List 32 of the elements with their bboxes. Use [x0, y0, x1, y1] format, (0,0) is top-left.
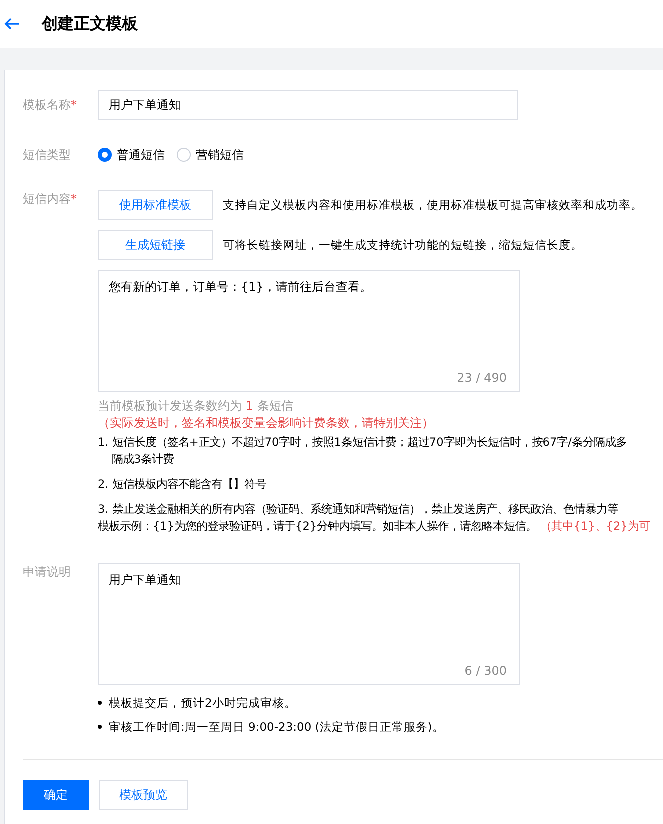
rule-text: 1. 短信长度（签名+正文）不超过70字时，按照1条短信计费；超过70字即为长短信时，按67字/条分隔成多 [98, 435, 628, 451]
action-button[interactable]: 生成短链接 [98, 230, 213, 260]
confirm-button[interactable]: 确定 [23, 780, 89, 810]
sms-type-radio[interactable]: 普通短信 [98, 146, 165, 164]
content-textarea[interactable]: 您有新的订单，订单号：{1}，请前往后台查看。 23 / 490 [98, 270, 520, 392]
field-label: 短信类型 [23, 148, 71, 162]
action-hint: 可将长链接网址，一键生成支持统计功能的短链接，缩短短信长度。 [223, 238, 583, 252]
billing-warning: （实际发送时，签名和模板变量会影响计费条数，请特别关注） [98, 415, 435, 432]
required-mark: * [71, 98, 77, 112]
estimate-text: 当前模板预计发送条数约为 1 条短信 [98, 398, 294, 414]
field-label: 申请说明 [23, 565, 71, 579]
rule-text: 模板示例：{1}为您的登录验证码，请于{2}分钟内填写。如非本人操作，请忽略本短信。 （其中{1}、{2}为可 [98, 519, 651, 535]
rule-text: 隔成3条计费 [111, 452, 176, 468]
field-label: 模板名称 [23, 98, 71, 112]
back-arrow-icon[interactable] [4, 16, 20, 32]
action-hint: 支持自定义模板内容和使用标准模板，使用标准模板可提高审核效率和成功率。 [223, 198, 643, 212]
field-label: 短信内容 [23, 192, 71, 206]
tip-text: 审核工作时间:周一至周日 9:00-23:00 (法定节假日正常服务)。 [109, 719, 444, 736]
preview-button[interactable]: 模板预览 [99, 780, 188, 810]
sms-type-radio[interactable]: 营销短信 [177, 146, 244, 164]
bullet-icon [98, 725, 102, 729]
required-mark: * [71, 192, 77, 206]
template-name-input[interactable]: 用户下单通知 [98, 90, 518, 120]
rule-text: 3. 禁止发送金融相关的所有内容（验证码、系统通知和营销短信），禁止发送房产、移民政治、色情暴力等 [98, 502, 620, 518]
char-counter: 6 / 300 [464, 664, 507, 678]
page-title: 创建正文模板 [42, 14, 138, 34]
action-button[interactable]: 使用标准模板 [98, 190, 213, 220]
tip-text: 模板提交后，预计2小时完成审核。 [109, 695, 296, 712]
char-counter: 23 / 490 [457, 371, 507, 385]
rule-text: 2. 短信模板内容不能含有【】符号 [98, 477, 268, 493]
remark-textarea[interactable]: 用户下单通知 6 / 300 [98, 563, 520, 685]
bullet-icon [98, 701, 102, 705]
